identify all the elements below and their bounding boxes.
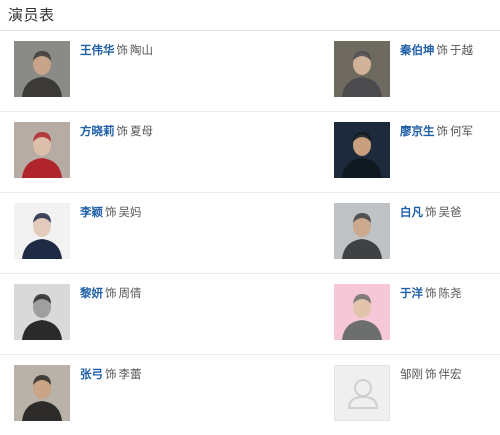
character-name: 何军 (450, 124, 473, 138)
actor-photo[interactable] (334, 284, 390, 340)
actor-photo[interactable] (334, 41, 390, 97)
cast-row: 张弓饰李蕾 邹刚饰伴宏 (0, 355, 500, 435)
actor-photo[interactable] (14, 41, 70, 97)
role-line: 秦伯坤饰于越 (400, 41, 473, 59)
cast-section-header: 演员表 (0, 0, 500, 31)
cast-member: 秦伯坤饰于越 (334, 41, 494, 99)
role-line: 李颖饰吴妈 (80, 203, 142, 221)
cast-member: 方晓莉饰夏母 (14, 122, 174, 180)
cast-grid: 王伟华饰陶山 秦伯坤饰于越 方晓莉饰夏母 廖京生饰何军 李颖饰吴妈 白凡饰吴爸 黎妍饰周倩于… (0, 31, 500, 435)
actor-name-link[interactable]: 李颖 (80, 205, 103, 219)
role-prefix: 饰 (116, 124, 129, 138)
character-name: 陈尧 (438, 286, 462, 300)
actor-photo[interactable] (334, 122, 390, 178)
cast-member: 邹刚饰伴宏 (334, 365, 494, 423)
placeholder-avatar-icon (334, 365, 390, 421)
cast-member: 廖京生饰何军 (334, 122, 494, 180)
cast-member: 黎妍饰周倩 (14, 284, 174, 342)
character-name: 吴妈 (118, 205, 142, 219)
actor-photo[interactable] (14, 122, 70, 178)
character-name: 周倩 (118, 286, 142, 300)
character-name: 吴爸 (438, 205, 462, 219)
actor-name-link[interactable]: 王伟华 (80, 43, 115, 57)
actor-name-link[interactable]: 黎妍 (80, 286, 103, 300)
role-line: 邹刚饰伴宏 (400, 365, 462, 383)
actor-photo[interactable] (14, 203, 70, 259)
cast-member: 张弓饰李蕾 (14, 365, 174, 423)
section-title: 演员表 (8, 6, 55, 24)
role-prefix: 饰 (436, 43, 449, 57)
role-line: 黎妍饰周倩 (80, 284, 142, 302)
role-prefix: 饰 (105, 205, 117, 219)
role-line: 白凡饰吴爸 (400, 203, 462, 221)
cast-member: 李颖饰吴妈 (14, 203, 174, 261)
character-name: 夏母 (130, 124, 153, 138)
actor-name-link[interactable]: 张弓 (80, 367, 103, 381)
actor-photo[interactable] (14, 284, 70, 340)
role-line: 张弓饰李蕾 (80, 365, 142, 383)
character-name: 于越 (450, 43, 473, 57)
character-name: 伴宏 (438, 367, 462, 381)
role-line: 王伟华饰陶山 (80, 41, 153, 59)
role-prefix: 饰 (436, 124, 449, 138)
role-prefix: 饰 (425, 367, 437, 381)
actor-name-link[interactable]: 白凡 (400, 205, 423, 219)
actor-name-link[interactable]: 于洋 (400, 286, 423, 300)
role-prefix: 饰 (116, 43, 129, 57)
role-line: 于洋饰陈尧 (400, 284, 462, 302)
cast-member: 于洋饰陈尧 (334, 284, 494, 342)
role-line: 方晓莉饰夏母 (80, 122, 153, 140)
cast-member: 王伟华饰陶山 (14, 41, 174, 99)
actor-name-link[interactable]: 秦伯坤 (400, 43, 435, 57)
cast-row: 李颖饰吴妈 白凡饰吴爸 (0, 193, 500, 274)
cast-row: 方晓莉饰夏母 廖京生饰何军 (0, 112, 500, 193)
actor-name-link[interactable]: 方晓莉 (80, 124, 115, 138)
actor-photo[interactable] (334, 203, 390, 259)
actor-name-link[interactable]: 廖京生 (400, 124, 435, 138)
actor-name-link: 邹刚 (400, 367, 423, 381)
role-prefix: 饰 (425, 286, 437, 300)
role-line: 廖京生饰何军 (400, 122, 473, 140)
character-name: 陶山 (130, 43, 153, 57)
cast-member: 白凡饰吴爸 (334, 203, 494, 261)
character-name: 李蕾 (118, 367, 142, 381)
role-prefix: 饰 (425, 205, 437, 219)
actor-photo[interactable] (14, 365, 70, 421)
cast-row: 王伟华饰陶山 秦伯坤饰于越 (0, 31, 500, 112)
role-prefix: 饰 (105, 367, 117, 381)
role-prefix: 饰 (105, 286, 117, 300)
cast-row: 黎妍饰周倩 于洋饰陈尧 (0, 274, 500, 355)
